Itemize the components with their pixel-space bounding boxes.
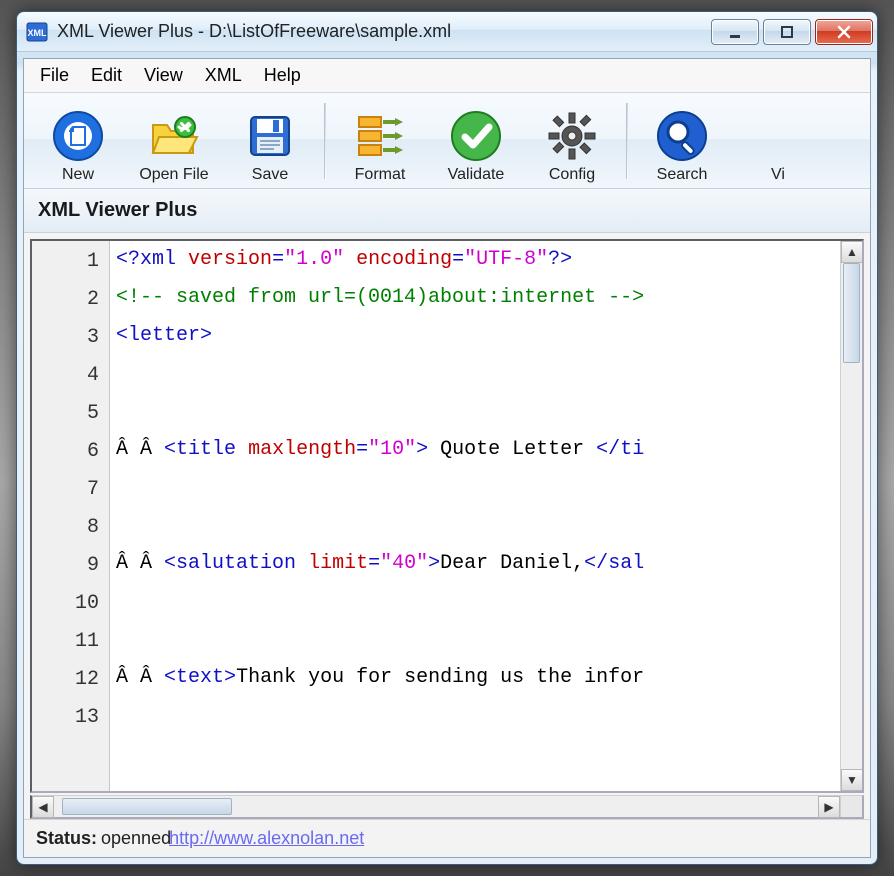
config-label: Config	[549, 166, 595, 184]
minimize-button[interactable]	[711, 19, 759, 45]
status-link[interactable]: http://www.alexnolan.net	[169, 828, 364, 849]
vscroll-track[interactable]	[841, 263, 862, 769]
format-button[interactable]: Format	[332, 98, 428, 184]
config-icon	[544, 108, 600, 164]
validate-button[interactable]: Validate	[428, 98, 524, 184]
code-line[interactable]	[116, 355, 840, 393]
maximize-button[interactable]	[763, 19, 811, 45]
code-line[interactable]	[116, 393, 840, 431]
save-button[interactable]: Save	[222, 98, 318, 184]
line-number: 7	[32, 471, 109, 509]
line-number: 2	[32, 281, 109, 319]
menu-edit[interactable]: Edit	[85, 63, 128, 88]
line-number: 12	[32, 661, 109, 699]
hscroll-track[interactable]	[54, 796, 818, 817]
code-line[interactable]: Â Â <text>Thank you for sending us the i…	[116, 659, 840, 697]
save-label: Save	[252, 166, 288, 184]
line-number: 9	[32, 547, 109, 585]
config-button[interactable]: Config	[524, 98, 620, 184]
menu-file[interactable]: File	[34, 63, 75, 88]
scroll-down-button[interactable]: ▼	[841, 769, 863, 791]
code-line[interactable]	[116, 583, 840, 621]
line-number: 10	[32, 585, 109, 623]
app-window: XML XML Viewer Plus - D:\ListOfFreeware\…	[16, 11, 878, 865]
validate-label: Validate	[448, 166, 505, 184]
search-icon	[654, 108, 710, 164]
window-title: XML Viewer Plus - D:\ListOfFreeware\samp…	[57, 21, 451, 42]
code-line[interactable]: <?xml version="1.0" encoding="UTF-8"?>	[116, 241, 840, 279]
scroll-left-button[interactable]: ◀	[32, 796, 54, 818]
window-controls	[711, 19, 873, 45]
code-line[interactable]	[116, 469, 840, 507]
search-label: Search	[657, 166, 708, 184]
toolbar: New Open File Save Format Validate Config Sear…	[24, 93, 870, 189]
vertical-scrollbar[interactable]: ▲ ▼	[840, 241, 862, 791]
line-number: 4	[32, 357, 109, 395]
line-gutter: 12345678910111213	[32, 241, 110, 791]
toolbar-separator	[324, 103, 326, 179]
line-number: 11	[32, 623, 109, 661]
code-line[interactable]: <!-- saved from url=(0014)about:internet…	[116, 279, 840, 317]
open-icon	[146, 108, 202, 164]
client-area: File Edit View XML Help New Open File Save Form…	[23, 58, 871, 858]
openfile-button[interactable]: Open File	[126, 98, 222, 184]
new-label: New	[62, 166, 94, 184]
horizontal-scrollbar[interactable]: ◀ ▶	[30, 795, 864, 819]
line-number: 1	[32, 243, 109, 281]
code-line[interactable]	[116, 507, 840, 545]
view-label: Vi	[771, 166, 785, 184]
app-icon: XML	[25, 21, 49, 43]
hscroll-thumb[interactable]	[62, 798, 232, 815]
line-number: 5	[32, 395, 109, 433]
code-viewport[interactable]: <?xml version="1.0" encoding="UTF-8"?><!…	[110, 241, 840, 791]
new-icon	[50, 108, 106, 164]
new-button[interactable]: New	[30, 98, 126, 184]
line-number: 3	[32, 319, 109, 357]
editor-area: 12345678910111213 <?xml version="1.0" en…	[24, 233, 870, 819]
titlebar[interactable]: XML XML Viewer Plus - D:\ListOfFreeware\…	[17, 12, 877, 52]
code-content[interactable]: <?xml version="1.0" encoding="UTF-8"?><!…	[110, 241, 840, 735]
close-button[interactable]	[815, 19, 873, 45]
code-line[interactable]: Â Â <title maxlength="10"> Quote Letter …	[116, 431, 840, 469]
scroll-corner	[840, 796, 862, 817]
toolbar-separator	[626, 103, 628, 179]
vscroll-thumb[interactable]	[843, 263, 860, 363]
openfile-label: Open File	[139, 166, 208, 184]
menu-help[interactable]: Help	[258, 63, 307, 88]
code-line[interactable]: Â Â <salutation limit="40">Dear Daniel,<…	[116, 545, 840, 583]
svg-text:XML: XML	[28, 28, 48, 38]
status-value: openned	[101, 828, 171, 849]
line-number: 6	[32, 433, 109, 471]
menu-view[interactable]: View	[138, 63, 189, 88]
code-line[interactable]	[116, 697, 840, 735]
status-bar: Status: openned http://www.alexnolan.net	[24, 819, 870, 857]
line-number: 8	[32, 509, 109, 547]
menubar: File Edit View XML Help	[24, 59, 870, 93]
line-number: 13	[32, 699, 109, 737]
scroll-up-button[interactable]: ▲	[841, 241, 863, 263]
scroll-right-button[interactable]: ▶	[818, 796, 840, 818]
search-button[interactable]: Search	[634, 98, 730, 184]
editor-box: 12345678910111213 <?xml version="1.0" en…	[30, 239, 864, 793]
save-icon	[242, 108, 298, 164]
view-button[interactable]: Vi	[730, 98, 826, 184]
code-line[interactable]: <letter>	[116, 317, 840, 355]
view-partial-icon	[750, 108, 806, 164]
menu-xml[interactable]: XML	[199, 63, 248, 88]
validate-icon	[448, 108, 504, 164]
sub-header: XML Viewer Plus	[24, 189, 870, 233]
format-icon	[352, 108, 408, 164]
code-line[interactable]	[116, 621, 840, 659]
format-label: Format	[355, 166, 406, 184]
status-label: Status:	[36, 828, 97, 849]
